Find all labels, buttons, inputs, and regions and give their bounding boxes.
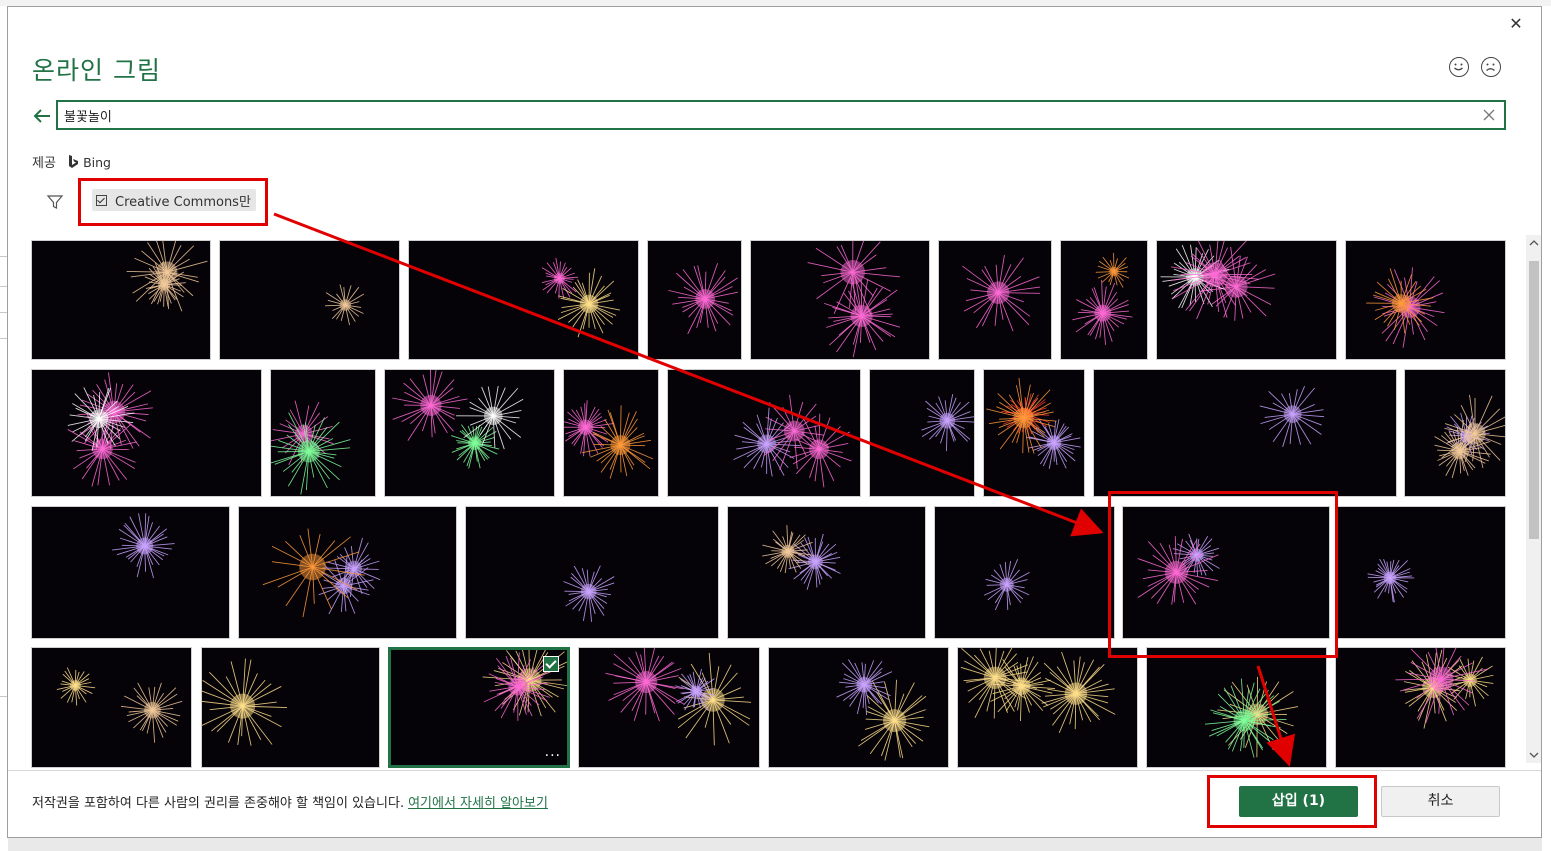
firework-image-thumb[interactable]	[727, 506, 926, 639]
firework-image-thumb[interactable]	[1146, 647, 1327, 768]
firework-image-thumb[interactable]	[1345, 240, 1506, 360]
filter-icon[interactable]	[46, 193, 64, 211]
close-button[interactable]: ✕	[1507, 15, 1525, 33]
firework-image-thumb[interactable]	[667, 369, 861, 497]
firework-image-thumb[interactable]	[31, 647, 192, 768]
provider-prefix: 제공	[32, 156, 56, 171]
firework-image-thumb[interactable]	[563, 369, 659, 497]
creative-commons-label: Creative Commons만	[115, 194, 251, 210]
smile-feedback-icon[interactable]	[1449, 57, 1469, 77]
copyright-text: 저작권을 포함하여 다른 사람의 권리를 존중해야 할 책임이 있습니다.	[32, 796, 405, 811]
firework-image-thumb[interactable]	[1156, 240, 1337, 360]
scroll-down-icon[interactable]	[1526, 747, 1541, 763]
scroll-thumb[interactable]	[1529, 261, 1539, 539]
firework-image-thumb[interactable]	[384, 369, 555, 497]
online-pictures-dialog: ✕ 온라인 그림 제공 Bing	[7, 6, 1542, 838]
firework-image-thumb[interactable]	[219, 240, 400, 360]
frown-feedback-icon[interactable]	[1481, 57, 1501, 77]
firework-image-thumb[interactable]	[938, 240, 1052, 360]
scroll-up-icon[interactable]	[1526, 235, 1541, 251]
firework-image-thumb[interactable]	[869, 369, 975, 497]
firework-image-thumb[interactable]	[957, 647, 1138, 768]
firework-image-thumb[interactable]	[1122, 506, 1330, 639]
learn-more-link[interactable]: 여기에서 자세히 알아보기	[408, 796, 548, 811]
more-options-icon[interactable]: ···	[545, 749, 561, 763]
cancel-button[interactable]: 취소	[1381, 786, 1500, 817]
firework-image-thumb[interactable]	[647, 240, 742, 360]
dialog-title: 온라인 그림	[32, 56, 161, 85]
firework-image-thumb[interactable]	[934, 506, 1115, 639]
excel-sheet-edge-right	[1542, 6, 1551, 851]
firework-image-thumb[interactable]	[31, 240, 211, 360]
firework-image-thumb[interactable]	[408, 240, 639, 360]
firework-image-thumb[interactable]	[1404, 369, 1506, 497]
creative-commons-filter-chip[interactable]: Creative Commons만	[92, 189, 256, 211]
provider-line: 제공 Bing	[32, 152, 111, 173]
checkbox-checked-icon	[96, 194, 107, 206]
firework-image-thumb[interactable]	[1060, 240, 1148, 360]
firework-image-thumb-selected[interactable]: ···	[388, 647, 570, 768]
firework-image-thumb[interactable]	[983, 369, 1085, 497]
back-arrow-icon[interactable]	[32, 105, 54, 127]
firework-image-thumb[interactable]	[750, 240, 930, 360]
search-box	[56, 100, 1506, 130]
firework-image-thumb[interactable]	[578, 647, 760, 768]
selected-check-icon[interactable]	[543, 656, 559, 672]
firework-image-thumb[interactable]	[201, 647, 380, 768]
provider-name: Bing	[83, 155, 111, 170]
firework-image-thumb[interactable]	[31, 369, 262, 497]
copyright-notice: 저작권을 포함하여 다른 사람의 권리를 존중해야 할 책임이 있습니다. 여기에…	[32, 792, 548, 811]
firework-image-thumb[interactable]	[31, 506, 230, 639]
firework-image-thumb[interactable]	[1093, 369, 1397, 497]
firework-image-thumb[interactable]	[1335, 647, 1506, 768]
firework-image-thumb[interactable]	[238, 506, 457, 639]
firework-image-thumb[interactable]	[270, 369, 376, 497]
vertical-scrollbar[interactable]	[1526, 235, 1541, 763]
search-input[interactable]	[64, 106, 1464, 124]
firework-image-thumb[interactable]	[768, 647, 949, 768]
clear-search-icon[interactable]	[1482, 107, 1496, 121]
bing-logo-icon	[68, 154, 79, 173]
firework-image-thumb[interactable]	[465, 506, 719, 639]
firework-image-thumb[interactable]	[1336, 506, 1506, 639]
footer-divider	[8, 770, 1541, 771]
insert-button[interactable]: 삽입 (1)	[1239, 786, 1358, 817]
